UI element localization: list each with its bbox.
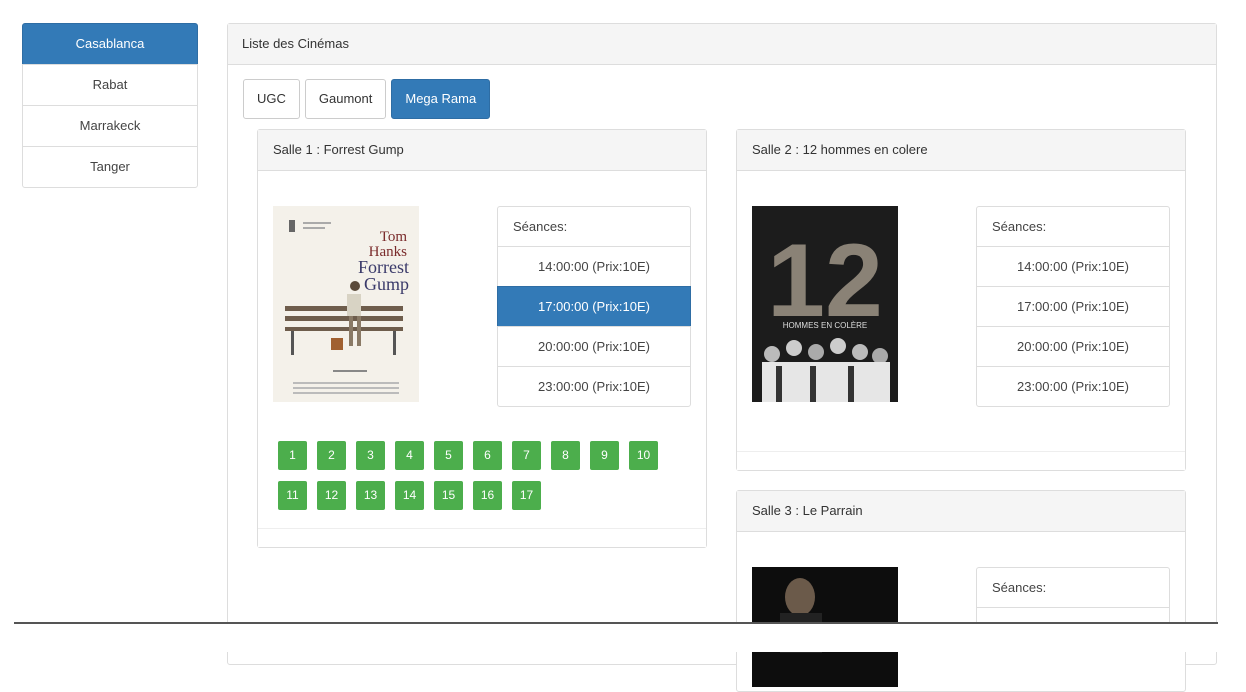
- salle-1-seances: Séances: 14:00:00 (Prix:10E) 17:00:00 (P…: [497, 206, 691, 407]
- twelve-angry-men-poster: 12 HOMMES EN COLÈRE: [752, 206, 898, 402]
- seat-button[interactable]: 1: [278, 441, 307, 470]
- salle-2-panel: Salle 2 : 12 hommes en colere 12 HOMMES …: [736, 129, 1186, 471]
- salle-1-footer: [258, 528, 706, 547]
- city-list: Casablanca Rabat Marrakeck Tanger: [22, 23, 198, 188]
- tab-ugc[interactable]: UGC: [243, 79, 300, 119]
- seance-1700[interactable]: 17:00:00 (Prix:10E): [976, 286, 1170, 327]
- city-item-rabat[interactable]: Rabat: [22, 64, 198, 106]
- seat-button[interactable]: 2: [317, 441, 346, 470]
- salle-1-title: Salle 1 : Forrest Gump: [258, 130, 706, 171]
- city-item-tanger[interactable]: Tanger: [22, 146, 198, 188]
- cinema-list-title: Liste des Cinémas: [228, 24, 1216, 65]
- forrest-gump-poster: Tom Hanks Forrest Gump: [273, 206, 419, 402]
- forrest-gump-poster-art: Tom Hanks Forrest Gump: [273, 206, 419, 402]
- tab-gaumont[interactable]: Gaumont: [304, 79, 387, 119]
- seat-button[interactable]: 15: [434, 481, 463, 510]
- salle-3-title: Salle 3 : Le Parrain: [737, 491, 1185, 532]
- poster-gump: Gump: [364, 274, 409, 294]
- seance-2000[interactable]: 20:00:00 (Prix:10E): [497, 326, 691, 367]
- seat-button[interactable]: 16: [473, 481, 502, 510]
- twelve-angry-men-poster-art: 12 HOMMES EN COLÈRE: [752, 206, 898, 402]
- poster-caption: HOMMES EN COLÈRE: [783, 321, 867, 330]
- seances-label: Séances:: [976, 567, 1170, 608]
- seat-button[interactable]: 7: [512, 441, 541, 470]
- seat-button[interactable]: 9: [590, 441, 619, 470]
- seance-1400[interactable]: 14:00:00 (Prix:10E): [497, 246, 691, 287]
- salle-1-panel: Salle 1 : Forrest Gump Tom Hanks Forrest…: [257, 129, 707, 548]
- salle-2-seances: Séances: 14:00:00 (Prix:10E) 17:00:00 (P…: [976, 206, 1170, 407]
- seat-button[interactable]: 11: [278, 481, 307, 510]
- seance-1700-selected[interactable]: 17:00:00 (Prix:10E): [497, 286, 691, 327]
- seat-button[interactable]: 10: [629, 441, 658, 470]
- seat-button[interactable]: 4: [395, 441, 424, 470]
- seance-2300[interactable]: 23:00:00 (Prix:10E): [976, 366, 1170, 407]
- salle-3-panel: Salle 3 : Le Parrain Séances:: [736, 490, 1186, 692]
- salle-2-footer: [737, 451, 1185, 470]
- seances-label: Séances:: [976, 206, 1170, 247]
- cinema-list-panel: Liste des Cinémas UGC Gaumont Mega Rama …: [227, 23, 1217, 692]
- tab-mega-rama[interactable]: Mega Rama: [391, 79, 491, 119]
- seat-button[interactable]: 13: [356, 481, 385, 510]
- page-bottom-margin: [0, 624, 1246, 652]
- seances-label: Séances:: [497, 206, 691, 247]
- salle-2-title: Salle 2 : 12 hommes en colere: [737, 130, 1185, 171]
- seat-button[interactable]: 3: [356, 441, 385, 470]
- seat-grid: 1 2 3 4 5 6 7 8 9 10 11 12 13 14 15 16 17: [278, 441, 698, 521]
- seance-1400[interactable]: 14:00:00 (Prix:10E): [976, 246, 1170, 287]
- seat-button[interactable]: 6: [473, 441, 502, 470]
- poster-tom: Tom: [380, 229, 408, 245]
- seat-button[interactable]: 8: [551, 441, 580, 470]
- seat-button[interactable]: 5: [434, 441, 463, 470]
- seat-button[interactable]: 17: [512, 481, 541, 510]
- city-item-marrakeck[interactable]: Marrakeck: [22, 105, 198, 147]
- seat-button[interactable]: 12: [317, 481, 346, 510]
- seance-2300[interactable]: 23:00:00 (Prix:10E): [497, 366, 691, 407]
- seat-button[interactable]: 14: [395, 481, 424, 510]
- city-item-casablanca[interactable]: Casablanca: [22, 23, 198, 65]
- seance-2000[interactable]: 20:00:00 (Prix:10E): [976, 326, 1170, 367]
- cinema-tabs: UGC Gaumont Mega Rama: [243, 79, 491, 119]
